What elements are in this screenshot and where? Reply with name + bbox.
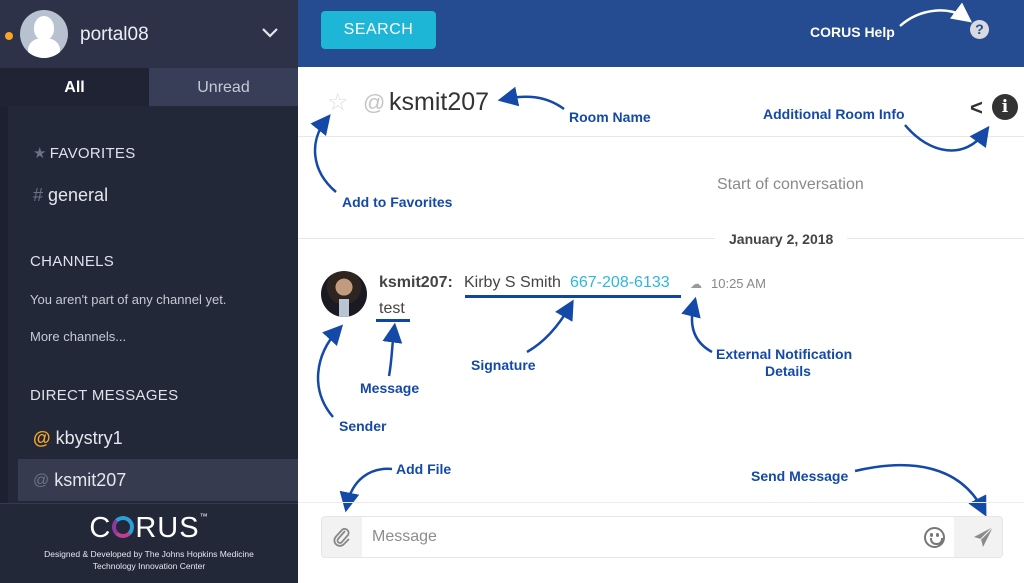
message-input[interactable] <box>362 517 954 557</box>
filter-tabs: All Unread <box>0 68 298 106</box>
start-of-conversation: Start of conversation <box>717 176 864 193</box>
user-header[interactable]: portal08 <box>0 0 298 68</box>
channels-title: CHANNELS <box>30 253 115 270</box>
annotation-room-name: Room Name <box>569 109 651 125</box>
tab-unread[interactable]: Unread <box>149 68 298 106</box>
sidebar-item-label: general <box>48 185 109 205</box>
arrow-external <box>681 296 713 354</box>
emoji-icon[interactable] <box>924 527 945 548</box>
message-text: test <box>379 300 405 317</box>
search-button[interactable]: SEARCH <box>321 11 436 49</box>
corus-logo: C RUS™ <box>89 512 209 544</box>
arrow-signature <box>526 299 574 354</box>
chevron-down-icon[interactable] <box>260 22 280 42</box>
sidebar-footer: C RUS™ Designed & Developed by The Johns … <box>0 503 298 583</box>
star-icon: ★ <box>33 145 47 162</box>
message-composer <box>321 516 1003 558</box>
at-icon: @ <box>33 471 50 489</box>
credit-line-2: Technology Innovation Center <box>92 561 206 571</box>
signature-underline <box>465 295 681 298</box>
sidebar-item-kbystry1[interactable]: @ kbystry1 <box>33 428 123 449</box>
sidebar: portal08 All Unread ★ FAVORITES # genera… <box>0 0 298 583</box>
sidebar-item-label: ksmit207 <box>54 470 127 490</box>
favorites-title: FAVORITES <box>49 144 136 162</box>
at-icon: @ <box>33 428 51 448</box>
credit-line-1: Designed & Developed by The Johns Hopkin… <box>44 549 254 559</box>
favorites-header: ★ FAVORITES <box>33 144 136 163</box>
signature-name: Kirby S Smith <box>464 274 561 291</box>
user-avatar[interactable] <box>20 10 68 58</box>
hash-icon: # <box>33 185 44 205</box>
tab-all[interactable]: All <box>0 68 149 106</box>
channels-empty-text: You aren't part of any channel yet. <box>30 292 227 307</box>
at-icon: @ <box>363 90 386 115</box>
username: portal08 <box>80 24 149 45</box>
message-time: 10:25 AM <box>711 276 766 291</box>
arrow-send <box>854 463 987 517</box>
signature-phone-link[interactable]: 667-208-6133 <box>570 274 670 292</box>
annotation-signature: Signature <box>471 357 536 373</box>
date-label: January 2, 2018 <box>715 231 848 247</box>
message-sender[interactable]: ksmit207: <box>379 274 453 292</box>
sidebar-item-ksmit207-content[interactable]: @ ksmit207 <box>33 470 126 491</box>
date-divider <box>298 238 1024 239</box>
help-icon[interactable]: ? <box>970 20 989 39</box>
topbar: SEARCH CORUS Help ? <box>298 0 1024 67</box>
annotation-external-1: External Notification <box>716 346 853 362</box>
annotation-additional-info: Additional Room Info <box>763 106 905 122</box>
annotation-add-favorites: Add to Favorites <box>342 194 453 210</box>
info-icon[interactable]: i <box>992 94 1018 120</box>
favorite-star-icon[interactable]: ☆ <box>327 88 349 117</box>
room-name: ksmit207 <box>389 88 490 116</box>
composer-divider <box>298 502 1024 503</box>
message-underline <box>376 319 410 322</box>
direct-messages-title: DIRECT MESSAGES <box>30 387 179 404</box>
more-channels-link[interactable]: More channels... <box>30 329 126 344</box>
sidebar-item-general[interactable]: # general <box>33 185 108 206</box>
arrow-sender <box>316 324 344 418</box>
sender-avatar[interactable] <box>321 271 367 317</box>
annotation-message: Message <box>360 380 420 396</box>
paperclip-icon[interactable] <box>322 517 362 557</box>
sidebar-item-label: kbystry1 <box>55 428 123 448</box>
annotation-add-file: Add File <box>396 461 452 477</box>
annotation-external-2: Details <box>765 363 811 379</box>
annotation-send-message: Send Message <box>751 468 849 484</box>
sidebar-scrollbar[interactable] <box>0 106 8 504</box>
chevron-left-icon[interactable]: < <box>970 95 983 121</box>
annotation-sender: Sender <box>339 418 387 434</box>
send-icon[interactable] <box>963 517 1003 557</box>
arrow-message <box>382 322 403 377</box>
app: portal08 All Unread ★ FAVORITES # genera… <box>0 0 1024 583</box>
cloud-upload-icon[interactable]: ☁ <box>690 277 702 291</box>
status-indicator <box>5 32 13 40</box>
annotation-corus-help: CORUS Help <box>810 24 895 40</box>
arrow-add-file <box>339 467 393 513</box>
